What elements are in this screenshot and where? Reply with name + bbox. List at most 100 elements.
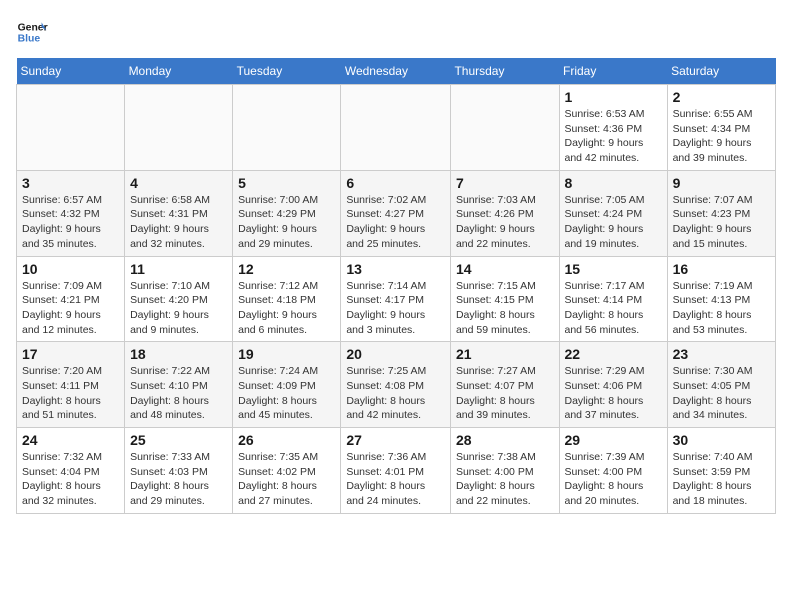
week-row-3: 10 Sunrise: 7:09 AM Sunset: 4:21 PM Dayli…	[17, 256, 776, 342]
day-info: Sunrise: 6:55 AM Sunset: 4:34 PM Dayligh…	[673, 107, 770, 166]
day-info: Sunrise: 7:40 AM Sunset: 3:59 PM Dayligh…	[673, 450, 770, 509]
day-info: Sunrise: 7:29 AM Sunset: 4:06 PM Dayligh…	[565, 364, 662, 423]
day-info: Sunrise: 6:58 AM Sunset: 4:31 PM Dayligh…	[130, 193, 227, 252]
calendar-cell: 26 Sunrise: 7:35 AM Sunset: 4:02 PM Dayli…	[233, 428, 341, 514]
day-number: 26	[238, 432, 335, 448]
day-number: 22	[565, 346, 662, 362]
week-row-2: 3 Sunrise: 6:57 AM Sunset: 4:32 PM Daylig…	[17, 170, 776, 256]
day-info: Sunrise: 7:15 AM Sunset: 4:15 PM Dayligh…	[456, 279, 554, 338]
calendar-table: SundayMondayTuesdayWednesdayThursdayFrid…	[16, 58, 776, 514]
day-number: 7	[456, 175, 554, 191]
calendar-cell: 18 Sunrise: 7:22 AM Sunset: 4:10 PM Dayli…	[125, 342, 233, 428]
calendar-cell: 4 Sunrise: 6:58 AM Sunset: 4:31 PM Daylig…	[125, 170, 233, 256]
dow-header-thursday: Thursday	[450, 58, 559, 85]
calendar-cell: 10 Sunrise: 7:09 AM Sunset: 4:21 PM Dayli…	[17, 256, 125, 342]
day-info: Sunrise: 7:09 AM Sunset: 4:21 PM Dayligh…	[22, 279, 119, 338]
calendar-cell: 6Sunrise: 7:02 AM Sunset: 4:27 PM Daylig…	[341, 170, 451, 256]
calendar-cell: 15 Sunrise: 7:17 AM Sunset: 4:14 PM Dayli…	[559, 256, 667, 342]
day-info: Sunrise: 7:12 AM Sunset: 4:18 PM Dayligh…	[238, 279, 335, 338]
day-number: 3	[22, 175, 119, 191]
day-number: 30	[673, 432, 770, 448]
svg-text:Blue: Blue	[18, 34, 41, 45]
dow-header-wednesday: Wednesday	[341, 58, 451, 85]
calendar-cell	[450, 85, 559, 171]
calendar-cell: 23 Sunrise: 7:30 AM Sunset: 4:05 PM Dayli…	[667, 342, 775, 428]
day-number: 2	[673, 89, 770, 105]
day-info: Sunrise: 7:03 AM Sunset: 4:26 PM Dayligh…	[456, 193, 554, 252]
calendar-cell: 8Sunrise: 7:05 AM Sunset: 4:24 PM Daylig…	[559, 170, 667, 256]
logo: General Blue	[16, 16, 48, 48]
day-number: 25	[130, 432, 227, 448]
dow-header-monday: Monday	[125, 58, 233, 85]
calendar-cell: 12 Sunrise: 7:12 AM Sunset: 4:18 PM Dayli…	[233, 256, 341, 342]
day-number: 4	[130, 175, 227, 191]
day-info: Sunrise: 7:30 AM Sunset: 4:05 PM Dayligh…	[673, 364, 770, 423]
day-number: 13	[346, 261, 445, 277]
calendar-cell: 22 Sunrise: 7:29 AM Sunset: 4:06 PM Dayli…	[559, 342, 667, 428]
dow-header-tuesday: Tuesday	[233, 58, 341, 85]
calendar-cell: 7 Sunrise: 7:03 AM Sunset: 4:26 PM Daylig…	[450, 170, 559, 256]
calendar-cell	[17, 85, 125, 171]
calendar-cell: 27 Sunrise: 7:36 AM Sunset: 4:01 PM Dayli…	[341, 428, 451, 514]
week-row-1: 1Sunrise: 6:53 AM Sunset: 4:36 PM Daylig…	[17, 85, 776, 171]
calendar-cell: 16 Sunrise: 7:19 AM Sunset: 4:13 PM Dayli…	[667, 256, 775, 342]
day-info: Sunrise: 7:00 AM Sunset: 4:29 PM Dayligh…	[238, 193, 335, 252]
day-info: Sunrise: 7:19 AM Sunset: 4:13 PM Dayligh…	[673, 279, 770, 338]
day-info: Sunrise: 7:35 AM Sunset: 4:02 PM Dayligh…	[238, 450, 335, 509]
day-info: Sunrise: 7:07 AM Sunset: 4:23 PM Dayligh…	[673, 193, 770, 252]
week-row-4: 17Sunrise: 7:20 AM Sunset: 4:11 PM Dayli…	[17, 342, 776, 428]
calendar-cell	[125, 85, 233, 171]
calendar-cell: 28 Sunrise: 7:38 AM Sunset: 4:00 PM Dayli…	[450, 428, 559, 514]
day-info: Sunrise: 7:17 AM Sunset: 4:14 PM Dayligh…	[565, 279, 662, 338]
dow-header-friday: Friday	[559, 58, 667, 85]
day-info: Sunrise: 7:25 AM Sunset: 4:08 PM Dayligh…	[346, 364, 445, 423]
day-number: 12	[238, 261, 335, 277]
day-info: Sunrise: 7:10 AM Sunset: 4:20 PM Dayligh…	[130, 279, 227, 338]
calendar-cell: 2 Sunrise: 6:55 AM Sunset: 4:34 PM Daylig…	[667, 85, 775, 171]
day-info: Sunrise: 7:32 AM Sunset: 4:04 PM Dayligh…	[22, 450, 119, 509]
day-number: 8	[565, 175, 662, 191]
day-info: Sunrise: 7:36 AM Sunset: 4:01 PM Dayligh…	[346, 450, 445, 509]
day-number: 11	[130, 261, 227, 277]
calendar-cell: 29 Sunrise: 7:39 AM Sunset: 4:00 PM Dayli…	[559, 428, 667, 514]
calendar-cell	[341, 85, 451, 171]
dow-header-saturday: Saturday	[667, 58, 775, 85]
calendar-cell: 13 Sunrise: 7:14 AM Sunset: 4:17 PM Dayli…	[341, 256, 451, 342]
day-number: 14	[456, 261, 554, 277]
calendar-cell: 20 Sunrise: 7:25 AM Sunset: 4:08 PM Dayli…	[341, 342, 451, 428]
day-number: 16	[673, 261, 770, 277]
day-number: 27	[346, 432, 445, 448]
day-number: 5	[238, 175, 335, 191]
calendar-cell: 3 Sunrise: 6:57 AM Sunset: 4:32 PM Daylig…	[17, 170, 125, 256]
day-info: Sunrise: 7:22 AM Sunset: 4:10 PM Dayligh…	[130, 364, 227, 423]
header: General Blue	[16, 16, 776, 48]
week-row-5: 24 Sunrise: 7:32 AM Sunset: 4:04 PM Dayli…	[17, 428, 776, 514]
day-number: 10	[22, 261, 119, 277]
day-number: 29	[565, 432, 662, 448]
day-number: 18	[130, 346, 227, 362]
calendar-cell: 11 Sunrise: 7:10 AM Sunset: 4:20 PM Dayli…	[125, 256, 233, 342]
logo-icon: General Blue	[16, 16, 48, 48]
calendar-cell: 1Sunrise: 6:53 AM Sunset: 4:36 PM Daylig…	[559, 85, 667, 171]
calendar-cell: 21Sunrise: 7:27 AM Sunset: 4:07 PM Dayli…	[450, 342, 559, 428]
dow-header-sunday: Sunday	[17, 58, 125, 85]
calendar-cell: 5 Sunrise: 7:00 AM Sunset: 4:29 PM Daylig…	[233, 170, 341, 256]
day-info: Sunrise: 6:53 AM Sunset: 4:36 PM Dayligh…	[565, 107, 662, 166]
day-number: 24	[22, 432, 119, 448]
calendar-cell: 17Sunrise: 7:20 AM Sunset: 4:11 PM Dayli…	[17, 342, 125, 428]
day-number: 15	[565, 261, 662, 277]
day-info: Sunrise: 7:38 AM Sunset: 4:00 PM Dayligh…	[456, 450, 554, 509]
day-number: 23	[673, 346, 770, 362]
day-number: 28	[456, 432, 554, 448]
day-info: Sunrise: 7:33 AM Sunset: 4:03 PM Dayligh…	[130, 450, 227, 509]
day-info: Sunrise: 7:14 AM Sunset: 4:17 PM Dayligh…	[346, 279, 445, 338]
day-info: Sunrise: 7:24 AM Sunset: 4:09 PM Dayligh…	[238, 364, 335, 423]
day-info: Sunrise: 7:02 AM Sunset: 4:27 PM Dayligh…	[346, 193, 445, 252]
calendar-cell: 30 Sunrise: 7:40 AM Sunset: 3:59 PM Dayli…	[667, 428, 775, 514]
day-number: 21	[456, 346, 554, 362]
day-info: Sunrise: 6:57 AM Sunset: 4:32 PM Dayligh…	[22, 193, 119, 252]
day-info: Sunrise: 7:39 AM Sunset: 4:00 PM Dayligh…	[565, 450, 662, 509]
calendar-cell: 14 Sunrise: 7:15 AM Sunset: 4:15 PM Dayli…	[450, 256, 559, 342]
day-number: 20	[346, 346, 445, 362]
day-number: 19	[238, 346, 335, 362]
